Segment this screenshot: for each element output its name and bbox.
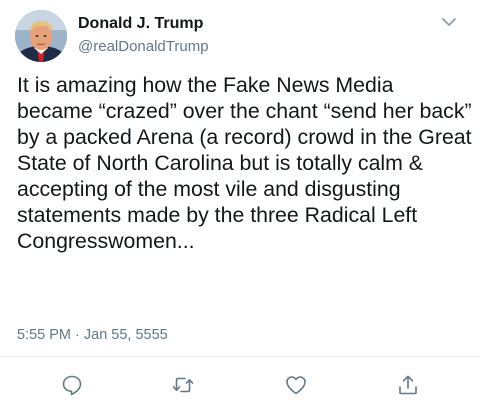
avatar[interactable]	[15, 10, 67, 62]
tweet-timestamp[interactable]: 5:55 PM · Jan 55, 5555	[17, 327, 168, 343]
like-button[interactable]	[283, 372, 309, 398]
action-bar	[0, 372, 480, 398]
tweet-text: It is amazing how the Fake News Media be…	[17, 73, 472, 253]
chevron-down-icon	[442, 18, 456, 26]
heart-icon	[286, 376, 306, 395]
divider	[0, 356, 480, 357]
share-icon	[399, 375, 417, 395]
profile-photo	[15, 10, 67, 62]
reply-button[interactable]	[59, 372, 85, 398]
author-name[interactable]: Donald J. Trump	[78, 15, 203, 33]
author-handle[interactable]: @realDonaldTrump	[78, 38, 209, 55]
tweet-menu-button[interactable]	[438, 14, 460, 30]
tweet-card: Donald J. Trump @realDonaldTrump It is a…	[0, 0, 480, 410]
reply-icon	[62, 375, 82, 396]
retweet-icon	[172, 377, 194, 393]
share-button[interactable]	[395, 372, 421, 398]
retweet-button[interactable]	[170, 372, 196, 398]
